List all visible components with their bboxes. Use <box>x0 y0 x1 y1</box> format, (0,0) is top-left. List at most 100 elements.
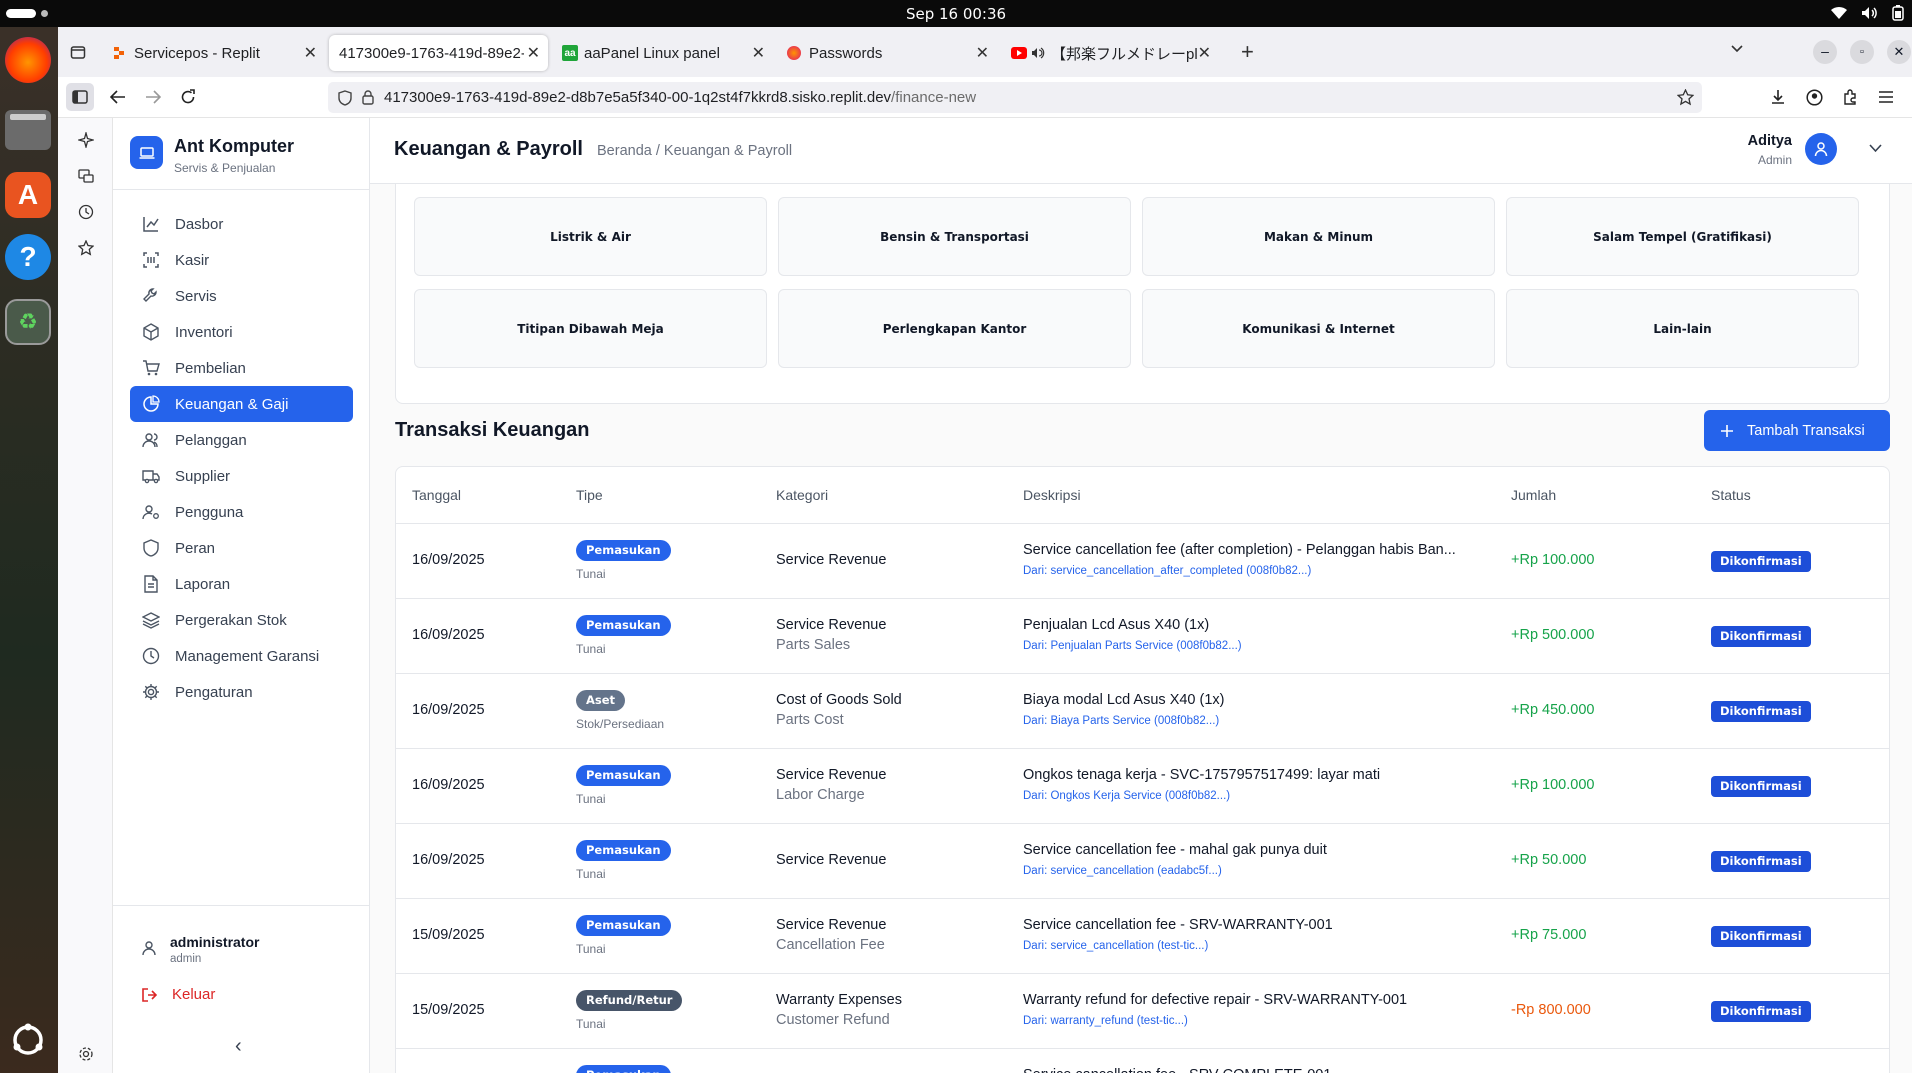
sidebar-item-management-garansi[interactable]: Management Garansi <box>130 638 353 674</box>
tracking-shield-icon[interactable] <box>338 89 352 106</box>
tab-active-app[interactable]: 417300e9-1763-419d-89e2-c ✕ <box>329 35 548 71</box>
table-row[interactable]: 15/09/2025 Refund/Retur Tunai Warranty Expe… <box>396 973 1889 1048</box>
minimize-window-button[interactable]: – <box>1813 40 1837 64</box>
category-card[interactable]: Listrik & Air <box>414 197 767 276</box>
avatar[interactable] <box>1805 133 1837 165</box>
close-tab-icon[interactable]: ✕ <box>304 43 317 63</box>
sidebar-item-pergerakan-stok[interactable]: Pergerakan Stok <box>130 602 353 638</box>
tab-list-chevron-icon[interactable] <box>1730 41 1744 55</box>
laptop-logo-icon <box>130 136 163 169</box>
breadcrumb[interactable]: Beranda / Keuangan & Payroll <box>597 143 792 159</box>
trash-icon[interactable]: ♻ <box>5 299 51 345</box>
forward-arrow-icon[interactable] <box>145 90 161 104</box>
extensions-icon[interactable] <box>1842 89 1858 105</box>
table-row[interactable]: 16/09/2025 Pemasukan Tunai Service Revenue L… <box>396 748 1889 823</box>
sidebar-item-servis[interactable]: Servis <box>130 278 353 314</box>
sidebar-item-dasbor[interactable]: Dasbor <box>130 206 353 242</box>
bookmarks-icon[interactable] <box>78 240 94 256</box>
close-tab-icon[interactable]: ✕ <box>976 43 989 63</box>
sidebar-toggle-button[interactable] <box>66 83 94 111</box>
close-tab-icon[interactable]: ✕ <box>1198 43 1211 63</box>
close-tab-icon[interactable]: ✕ <box>527 43 540 63</box>
table-row[interactable]: 16/09/2025 Pemasukan Tunai Service Revenue S… <box>396 823 1889 898</box>
category-card[interactable]: Makan & Minum <box>1142 197 1495 276</box>
collapse-sidebar-button[interactable]: ‹ <box>235 1035 242 1058</box>
help-icon[interactable]: ? <box>5 234 51 280</box>
bookmark-star-icon[interactable] <box>1677 89 1694 106</box>
tab-youtube[interactable]: 【邦楽フルメドレーpl ✕ <box>1001 35 1219 71</box>
sidebar-item-inventori[interactable]: Inventori <box>130 314 353 350</box>
sidebar-item-pembelian[interactable]: Pembelian <box>130 350 353 386</box>
files-icon[interactable] <box>5 110 51 150</box>
replit-icon <box>112 46 126 60</box>
column-header-description[interactable]: Deskripsi <box>1023 467 1081 523</box>
tab-label: aaPanel Linux panel <box>584 44 720 62</box>
new-tab-icon[interactable]: + <box>1241 39 1254 65</box>
add-transaction-button[interactable]: Tambah Transaksi <box>1704 410 1890 451</box>
show-apps-icon[interactable] <box>5 1017 51 1063</box>
menu-hamburger-icon[interactable] <box>1878 90 1894 104</box>
source-link[interactable]: Dari: service_cancellation_after_complet… <box>1023 565 1311 577</box>
sidebar-item-pengguna[interactable]: Pengguna <box>130 494 353 530</box>
table-row[interactable]: 16/09/2025 Pemasukan Tunai Service Revenue S… <box>396 523 1889 598</box>
category-card[interactable]: Titipan Dibawah Meja <box>414 289 767 368</box>
logout-button[interactable]: Keluar <box>142 986 215 1003</box>
audio-playing-icon[interactable] <box>1031 47 1045 59</box>
reload-icon[interactable] <box>180 89 196 105</box>
url-bar[interactable]: 417300e9-1763-419d-89e2-d8b7e5a5f340-00-… <box>328 82 1702 113</box>
sidebar-item-kasir[interactable]: Kasir <box>130 242 353 278</box>
category-card[interactable]: Perlengkapan Kantor <box>778 289 1131 368</box>
column-header-category[interactable]: Kategori <box>776 467 828 523</box>
tab-label: Passwords <box>809 44 883 62</box>
synced-tabs-icon[interactable] <box>78 168 94 184</box>
truck-icon <box>141 466 161 486</box>
tab-servicepos-replit[interactable]: Servicepos - Replit ✕ <box>102 35 325 71</box>
category-card[interactable]: Lain-lain <box>1506 289 1859 368</box>
source-link[interactable]: Dari: Biaya Parts Service (008f0b82...) <box>1023 715 1219 727</box>
customize-sidebar-gear-icon[interactable] <box>78 1046 94 1062</box>
downloads-icon[interactable] <box>1770 89 1786 105</box>
source-link[interactable]: Dari: Penjualan Parts Service (008f0b82.… <box>1023 640 1242 652</box>
sidebar-item-pengaturan[interactable]: Pengaturan <box>130 674 353 710</box>
column-header-amount[interactable]: Jumlah <box>1511 467 1556 523</box>
ai-sparkle-icon[interactable] <box>78 132 94 148</box>
firefox-icon[interactable] <box>5 37 51 83</box>
table-row[interactable]: 15/09/2025 Pemasukan Tunai Service Revenue C… <box>396 898 1889 973</box>
column-header-date[interactable]: Tanggal <box>412 467 461 523</box>
category-card[interactable]: Komunikasi & Internet <box>1142 289 1495 368</box>
source-link[interactable]: Dari: service_cancellation (eadabc5f...) <box>1023 865 1222 877</box>
source-link[interactable]: Dari: service_cancellation (test-tic...) <box>1023 940 1208 952</box>
source-link[interactable]: Dari: warranty_refund (test-tic...) <box>1023 1015 1188 1027</box>
sidebar-item-label: Management Garansi <box>175 647 320 665</box>
tab-aapanel[interactable]: aa aaPanel Linux panel ✕ <box>552 35 773 71</box>
app-center-icon[interactable]: A <box>5 172 51 218</box>
payment-method: Stok/Persediaan <box>576 717 665 731</box>
category-card[interactable]: Bensin & Transportasi <box>778 197 1131 276</box>
maximize-window-button[interactable]: ▫ <box>1850 40 1874 64</box>
tab-overview-icon[interactable] <box>70 44 86 60</box>
table-row[interactable]: 15/09/2025PemasukanService RevenueServic… <box>396 1048 1889 1073</box>
column-header-status[interactable]: Status <box>1711 467 1751 523</box>
lock-icon[interactable] <box>362 90 374 105</box>
close-window-button[interactable]: ✕ <box>1887 40 1911 64</box>
system-clock[interactable]: Sep 16 00:36 <box>0 5 1912 23</box>
sidebar-item-peran[interactable]: Peran <box>130 530 353 566</box>
tab-passwords[interactable]: Passwords ✕ <box>777 35 997 71</box>
table-row[interactable]: 16/09/2025 Pemasukan Tunai Service Revenue P… <box>396 598 1889 673</box>
account-icon[interactable] <box>1806 89 1823 106</box>
category-card[interactable]: Salam Tempel (Gratifikasi) <box>1506 197 1859 276</box>
source-link[interactable]: Dari: Ongkos Kerja Service (008f0b82...) <box>1023 790 1230 802</box>
column-header-type[interactable]: Tipe <box>576 467 603 523</box>
user-menu-chevron-icon[interactable] <box>1869 144 1882 153</box>
back-arrow-icon[interactable] <box>110 90 126 104</box>
close-tab-icon[interactable]: ✕ <box>752 43 765 63</box>
table-row[interactable]: 16/09/2025 Aset Stok/Persediaan Cost of Goo… <box>396 673 1889 748</box>
sidebar-item-pelanggan[interactable]: Pelanggan <box>130 422 353 458</box>
sidebar-item-laporan[interactable]: Laporan <box>130 566 353 602</box>
date-cell: 16/09/2025 <box>412 777 485 793</box>
sidebar-item-keuangan-gaji[interactable]: Keuangan & Gaji <box>130 386 353 422</box>
date-cell: 15/09/2025 <box>412 927 485 943</box>
sidebar-item-supplier[interactable]: Supplier <box>130 458 353 494</box>
system-tray[interactable] <box>1830 5 1904 21</box>
history-icon[interactable] <box>78 204 94 220</box>
